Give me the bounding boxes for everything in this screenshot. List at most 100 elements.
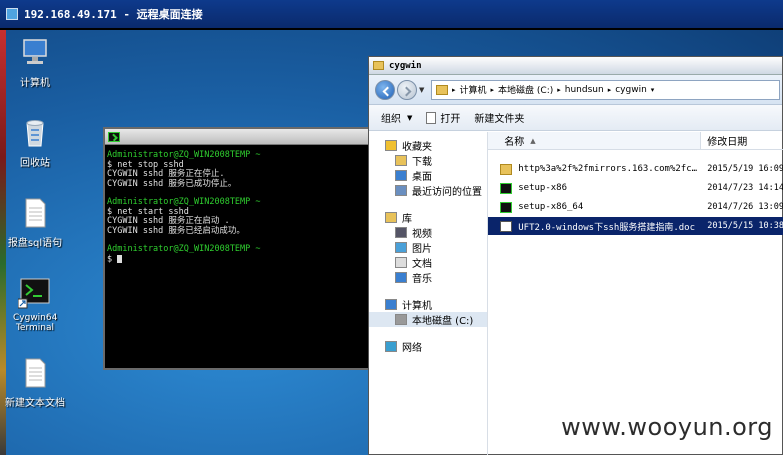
nav-item[interactable]: 收藏夹 bbox=[369, 138, 487, 153]
file-date-cell: 2014/7/26 13:09 bbox=[707, 202, 783, 212]
text-file-icon bbox=[25, 198, 46, 228]
column-header-name[interactable]: 名称 ▲ bbox=[488, 132, 702, 149]
file-date-cell: 2014/7/23 14:14 bbox=[707, 183, 783, 193]
desktop-icon-label: 计算机 bbox=[20, 78, 50, 89]
breadcrumb-cygwin[interactable]: cygwin bbox=[615, 85, 647, 95]
address-bar[interactable]: ▸ 计算机 ▸ 本地磁盘 (C:) ▸ hundsun ▸ cygwin ▾ bbox=[431, 79, 780, 100]
explorer-title-bar[interactable]: cygwin bbox=[369, 57, 782, 75]
desktop-icon-computer[interactable]: 计算机 bbox=[0, 36, 70, 89]
nav-item[interactable]: 计算机 bbox=[369, 297, 487, 312]
file-date-cell: 2015/5/15 10:38 bbox=[701, 221, 783, 231]
watermark: www.wooyun.org bbox=[561, 413, 773, 441]
terminal-title-bar[interactable] bbox=[105, 129, 369, 145]
terminal-line: CYGWIN sshd 服务已成功停止。 bbox=[107, 178, 237, 189]
nav-item[interactable]: 桌面 bbox=[369, 168, 487, 183]
folder-icon bbox=[500, 163, 513, 175]
explorer-toolbar: 组织 ▼ 打开 新建文件夹 bbox=[369, 105, 782, 131]
address-row: ▼ ▸ 计算机 ▸ 本地磁盘 (C:) ▸ hundsun ▸ cygwin ▾ bbox=[369, 75, 782, 105]
computer-icon bbox=[385, 299, 397, 310]
breadcrumb-computer[interactable]: 计算机 bbox=[460, 83, 487, 96]
chevron-right-icon: ▸ bbox=[452, 85, 456, 94]
remote-desktop-icon bbox=[6, 8, 18, 20]
file-name-cell: setup-x86 bbox=[488, 182, 701, 194]
text-file-icon bbox=[25, 358, 46, 388]
terminal-line: CYGWIN sshd 服务已经启动成功。 bbox=[107, 225, 245, 236]
terminal-icon bbox=[18, 278, 50, 309]
folder-icon bbox=[436, 84, 448, 95]
terminal-line: Administrator@ZQ_WIN2008TEMP ~ bbox=[107, 244, 261, 254]
drive-icon bbox=[395, 314, 407, 325]
remote-desktop-title-bar[interactable]: 192.168.49.171 - 远程桌面连接 bbox=[0, 0, 783, 30]
open-button[interactable]: 打开 bbox=[426, 110, 460, 125]
terminal-line: $ bbox=[107, 254, 369, 265]
chevron-right-icon[interactable]: ▸ bbox=[557, 86, 561, 94]
recent-places-icon bbox=[395, 185, 407, 196]
file-name-cell: setup-x86_64 bbox=[488, 201, 701, 213]
terminal-icon bbox=[500, 182, 513, 194]
picture-icon bbox=[395, 242, 407, 253]
document-icon bbox=[395, 257, 407, 268]
video-icon bbox=[395, 227, 407, 238]
desktop-icon-cygwin-terminal[interactable]: Cygwin64 Terminal bbox=[0, 275, 70, 333]
chevron-down-icon: ▼ bbox=[407, 113, 413, 122]
file-name-cell: http%3a%2f%2fmirrors.163.com%2fcyg... bbox=[488, 163, 701, 175]
remote-desktop-title: 192.168.49.171 - 远程桌面连接 bbox=[24, 8, 203, 21]
breadcrumb-local-disk[interactable]: 本地磁盘 (C:) bbox=[498, 83, 553, 96]
terminal-cursor bbox=[117, 254, 123, 263]
network-icon bbox=[385, 341, 397, 352]
sort-ascending-icon: ▲ bbox=[530, 136, 536, 145]
explorer-content: 收藏夹 下载 桌面 最近访问的位置库视频 图片 文档 音乐计算机 本地磁盘 (C:) 网络 名称… bbox=[369, 132, 783, 455]
desktop-icon-label: 新建文本文档 bbox=[5, 398, 65, 409]
recycle-bin-icon bbox=[26, 120, 44, 147]
open-icon bbox=[426, 111, 437, 124]
file-list[interactable]: 名称 ▲ 修改日期 http%3a%2f%2fmirrors.163.com%2… bbox=[488, 132, 783, 455]
file-row[interactable]: setup-x86 2014/7/23 14:14 bbox=[488, 179, 783, 197]
chevron-right-icon[interactable]: ▸ bbox=[491, 86, 495, 94]
nav-item[interactable]: 视频 bbox=[369, 225, 487, 240]
explorer-title: cygwin bbox=[389, 60, 422, 71]
chevron-right-icon[interactable]: ▸ bbox=[608, 86, 612, 94]
terminal-output[interactable]: Administrator@ZQ_WIN2008TEMP ~ $ net stop… bbox=[105, 145, 369, 265]
desktop-icon-new-text-document[interactable]: 新建文本文档 bbox=[0, 356, 70, 409]
column-header-row: 名称 ▲ 修改日期 bbox=[488, 132, 783, 150]
cygwin-terminal-window[interactable]: Administrator@ZQ_WIN2008TEMP ~ $ net stop… bbox=[103, 127, 371, 370]
word-document-icon bbox=[500, 220, 513, 232]
column-header-date[interactable]: 修改日期 bbox=[701, 132, 783, 149]
nav-item[interactable]: 文档 bbox=[369, 255, 487, 270]
organize-button[interactable]: 组织 ▼ bbox=[381, 110, 413, 126]
nav-item[interactable]: 图片 bbox=[369, 240, 487, 255]
library-icon bbox=[385, 212, 397, 223]
file-row[interactable]: setup-x86_64 2014/7/26 13:09 bbox=[488, 198, 783, 216]
forward-button[interactable] bbox=[397, 79, 417, 100]
back-button[interactable] bbox=[375, 79, 395, 100]
desktop-icon-label: Cygwin64 Terminal bbox=[13, 313, 58, 333]
nav-item[interactable]: 下载 bbox=[369, 153, 487, 168]
download-folder-icon bbox=[395, 155, 407, 166]
navigation-pane[interactable]: 收藏夹 下载 桌面 最近访问的位置库视频 图片 文档 音乐计算机 本地磁盘 (C:) 网络 bbox=[369, 132, 489, 455]
terminal-icon bbox=[108, 131, 120, 142]
explorer-window[interactable]: cygwin ▼ ▸ 计算机 ▸ 本地磁盘 (C:) ▸ hundsun ▸ c… bbox=[368, 56, 783, 455]
breadcrumb-hundsun[interactable]: hundsun bbox=[565, 85, 604, 95]
terminal-icon bbox=[500, 201, 513, 213]
nav-item[interactable]: 最近访问的位置 bbox=[369, 183, 487, 198]
new-folder-button[interactable]: 新建文件夹 bbox=[474, 110, 524, 125]
file-row[interactable]: http%3a%2f%2fmirrors.163.com%2fcyg... 201… bbox=[488, 160, 783, 178]
folder-icon bbox=[373, 61, 384, 70]
desktop-icon-sql-file[interactable]: 报盘sql语句 bbox=[0, 196, 70, 249]
chevron-down-icon[interactable]: ▾ bbox=[651, 86, 655, 94]
desktop-icon bbox=[395, 170, 407, 181]
nav-item[interactable]: 本地磁盘 (C:) bbox=[369, 312, 488, 327]
file-row[interactable]: UFT2.0-windows下ssh服务搭建指南.doc 2015/5/15 10… bbox=[488, 217, 783, 235]
star-icon bbox=[385, 140, 397, 151]
file-name-cell: UFT2.0-windows下ssh服务搭建指南.doc bbox=[488, 219, 702, 233]
desktop-icon-recycle-bin[interactable]: 回收站 bbox=[0, 116, 70, 169]
nav-item[interactable]: 音乐 bbox=[369, 270, 487, 285]
history-dropdown-icon[interactable]: ▼ bbox=[419, 86, 427, 94]
computer-icon bbox=[23, 39, 47, 64]
nav-item[interactable]: 网络 bbox=[369, 339, 487, 354]
nav-item[interactable]: 库 bbox=[369, 210, 487, 225]
file-date-cell: 2015/5/19 16:09 bbox=[707, 164, 783, 174]
